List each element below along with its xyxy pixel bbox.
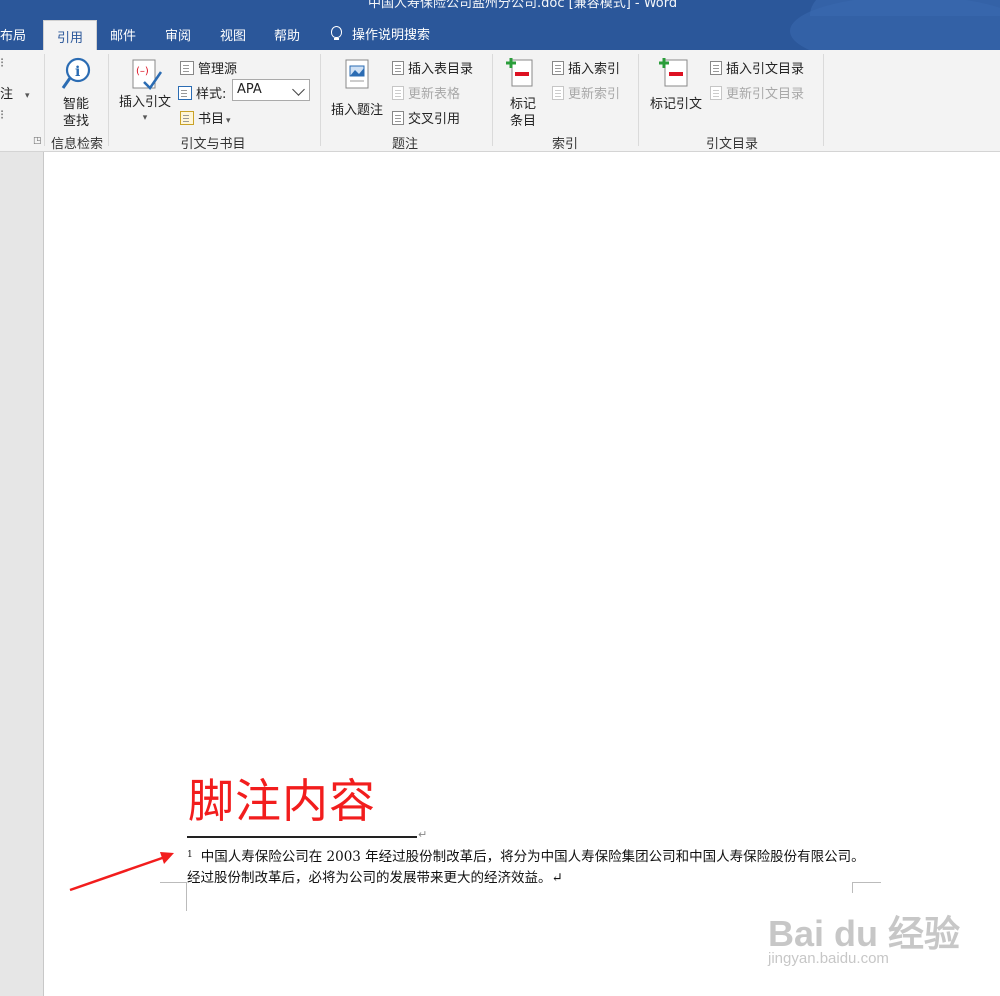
dropdown-arrow-icon: ▾ [25,91,30,101]
manage-sources-button[interactable]: 管理源 [180,58,237,77]
footnote-text[interactable]: 1 中国人寿保险公司在 2003 年经过股份制改革后，将分为中国人寿保险集团公司和… [187,845,867,889]
tab-review[interactable]: 审阅 [165,25,191,44]
update-table-button[interactable]: 更新表格 [392,83,460,102]
tab-view[interactable]: 视图 [220,25,246,44]
insert-note-partial-label: 注 [0,87,14,102]
update-table-label: 更新表格 [408,87,461,102]
ribbon-references: ⁝ 注 ▾ ⁝ ◳ i 智能 查找 信息检索 (–) 插入引文 ▾ 管理源 样式:… [0,50,1000,152]
group-separator [638,54,639,146]
group-separator [823,54,824,146]
mark-citation-icon [659,58,688,87]
update-index-button[interactable]: 更新索引 [552,83,620,102]
insert-toa-button[interactable]: 插入引文目录 [710,58,804,77]
annotation-footnote-content: 脚注内容 [188,774,376,828]
ribbon-tabs: 布局 引用 邮件 审阅 视图 帮助 操作说明搜索 [0,0,1000,66]
group-separator [320,54,321,146]
update-toa-button[interactable]: 更新引文目录 [710,83,804,102]
insert-index-button[interactable]: 插入索引 [552,58,620,77]
mark-entry-button[interactable]: 标记 条目 [500,56,546,132]
smart-lookup-button[interactable]: i 智能 查找 [50,56,102,130]
update-index-icon [552,86,564,100]
insert-table-of-figures-button[interactable]: 插入表目录 [392,58,473,77]
bibliography-button[interactable]: 书目 ▾ [180,108,231,127]
group-label-index: 索引 [551,137,578,152]
insert-citation-label: 插入引文 [118,95,171,110]
dropdown-arrow-icon: ▾ [226,116,231,126]
update-toa-icon [710,86,722,100]
manage-sources-label: 管理源 [198,62,238,77]
smart-lookup-icon: i [61,57,91,89]
margin-corner-mark [852,882,881,893]
tab-references[interactable]: 引用 [43,20,98,50]
bibliography-icon [180,111,194,125]
tab-layout[interactable]: 布局 [0,25,26,44]
mark-citation-button[interactable]: 标记引文 [646,56,706,132]
footnote-body: 中国人寿保险公司在 2003 年经过股份制改革后，将分为中国人寿保险集团公司和中… [187,849,865,886]
partial-button-bottom[interactable]: ⁝ [0,108,4,123]
mark-entry-icon [506,58,533,87]
partial-button-top[interactable]: ⁝ [0,56,4,71]
insert-caption-label: 插入题注 [330,103,383,118]
cross-reference-icon [392,111,404,125]
footnote-separator-line [187,836,417,838]
left-margin-area [0,152,42,996]
window-title: 中国人寿保险公司盐州分公司.doc [兼容模式] - Word [368,0,678,11]
svg-text:(–): (–) [136,66,149,77]
baidu-watermark-url: jingyan.baidu.com [768,950,889,967]
mark-entry-label-1: 标记 [509,97,536,112]
insert-endnote-partial-button[interactable]: 注 ▾ [0,83,30,102]
mark-citation-label: 标记引文 [649,97,702,112]
style-label-text: 样式: [196,87,227,102]
bibliography-label: 书目 [198,112,225,127]
mark-entry-label-2: 条目 [509,114,536,129]
smart-lookup-label-2: 查找 [62,114,89,129]
manage-sources-icon [180,61,194,75]
tab-help[interactable]: 帮助 [274,25,300,44]
dropdown-arrow-icon: ▾ [142,113,148,123]
tab-mailings[interactable]: 邮件 [110,25,136,44]
citation-style-value: APA [237,82,262,97]
update-index-label: 更新索引 [568,87,621,102]
insert-caption-button[interactable]: 插入题注 [328,58,386,132]
style-label: 样式: [178,83,226,102]
lightbulb-icon [330,26,342,41]
group-separator [108,54,109,146]
tell-me-search[interactable]: 操作说明搜索 [330,24,430,43]
group-label-captions: 题注 [391,137,418,152]
group-label-citations: 引文与书目 [180,137,246,152]
style-icon [178,86,192,100]
citation-style-select[interactable]: APA [232,79,310,101]
table-of-figures-icon [392,61,404,75]
cross-reference-label: 交叉引用 [408,112,461,127]
dialog-launcher-icon[interactable]: ◳ [33,136,42,146]
smart-lookup-label-1: 智能 [62,97,89,112]
insert-toa-label: 插入引文目录 [726,62,805,77]
group-label-toa: 引文目录 [705,137,758,152]
update-toa-label: 更新引文目录 [726,87,805,102]
svg-text:i: i [75,64,80,80]
insert-index-icon [552,61,564,75]
cross-reference-button[interactable]: 交叉引用 [392,108,460,127]
insert-toa-icon [710,61,722,75]
insert-citation-button[interactable]: (–) 插入引文 ▾ [116,58,174,132]
insert-index-label: 插入索引 [568,62,621,77]
insert-table-of-figures-label: 插入表目录 [408,62,474,77]
group-label-research: 信息检索 [50,137,103,152]
group-separator [492,54,493,146]
paragraph-mark: ↵ [418,828,428,841]
insert-citation-icon: (–) [132,59,163,90]
chevron-down-icon [292,83,305,96]
update-table-icon [392,86,404,100]
red-arrow-annotation [69,852,174,892]
tell-me-label: 操作说明搜索 [352,28,431,43]
group-separator [44,54,45,146]
insert-caption-icon [345,59,369,89]
